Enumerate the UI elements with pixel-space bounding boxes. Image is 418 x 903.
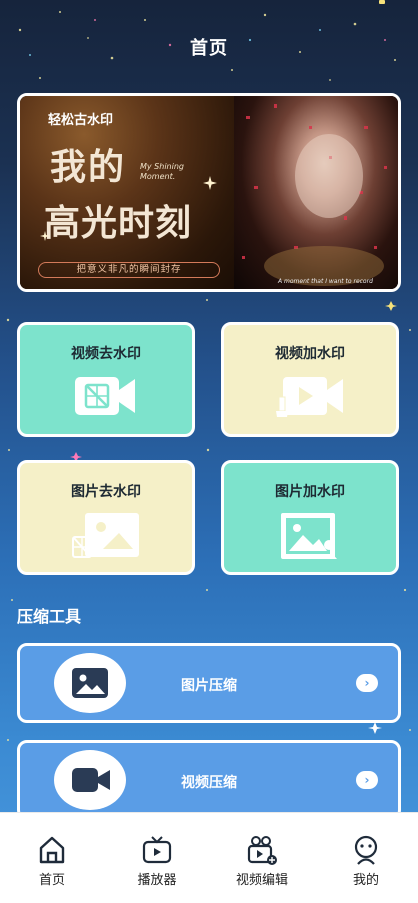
chevron-right-icon: ›: [356, 674, 378, 692]
confetti-decoration: [242, 104, 387, 286]
banner-english-text: My Shining Moment.: [140, 162, 184, 181]
nav-label-profile: 我的: [352, 873, 379, 888]
card-label: 图片去水印: [71, 484, 141, 500]
banner-artwork: 轻松古水印 我的 My Shining Moment. 高光时刻 把意义非凡的瞬…: [20, 96, 234, 289]
image-remove-watermark-card[interactable]: 图片去水印: [17, 460, 195, 575]
image-compress-button[interactable]: 图片压缩 ›: [17, 643, 401, 723]
image-add-watermark-card[interactable]: 图片加水印: [221, 460, 399, 575]
home-icon: [39, 836, 65, 864]
banner-headline-line1: 我的: [50, 146, 127, 188]
video-remove-watermark-icon: [75, 377, 135, 415]
compress-label: 视频压缩: [181, 775, 237, 791]
video-edit-icon: [247, 836, 277, 865]
nav-item-player[interactable]: 播放器: [117, 835, 197, 888]
bottom-navigation: 首页 播放器 视频编辑 我的: [0, 812, 418, 903]
nav-label-player: 播放器: [137, 873, 177, 888]
nav-label-home: 首页: [38, 873, 65, 888]
image-remove-watermark-icon: [72, 513, 139, 558]
banner-photo: A moment that I want to record: [234, 96, 398, 289]
card-label: 视频加水印: [275, 346, 345, 362]
sparkle-icon: [40, 231, 50, 241]
banner-headline-line2: 高光时刻: [44, 202, 193, 244]
compress-label: 图片压缩: [181, 678, 237, 694]
promo-banner[interactable]: 轻松古水印 我的 My Shining Moment. 高光时刻 把意义非凡的瞬…: [17, 93, 401, 292]
profile-icon: [354, 835, 378, 865]
nav-label-video-edit: 视频编辑: [235, 873, 288, 888]
banner-brand: 轻松古水印: [48, 113, 114, 128]
video-compress-button[interactable]: 视频压缩 ›: [17, 740, 401, 820]
nav-item-profile[interactable]: 我的: [326, 835, 406, 888]
banner-tagline: 把意义非凡的瞬间封存: [38, 262, 220, 278]
video-add-watermark-card[interactable]: 视频加水印: [221, 322, 399, 437]
nav-item-home[interactable]: 首页: [12, 835, 92, 888]
page-title: 首页: [190, 38, 228, 59]
tv-player-icon: [142, 836, 172, 864]
video-remove-watermark-card[interactable]: 视频去水印: [17, 322, 195, 437]
nav-item-video-edit[interactable]: 视频编辑: [222, 835, 302, 888]
section-title-compression: 压缩工具: [17, 607, 82, 626]
card-label: 图片加水印: [275, 484, 345, 500]
chevron-right-icon: ›: [356, 771, 378, 789]
image-add-watermark-icon: [281, 513, 337, 559]
sparkle-icon: [203, 176, 217, 190]
video-add-watermark-icon: [276, 377, 343, 417]
banner-photo-caption: A moment that I want to record: [278, 278, 373, 285]
card-label: 视频去水印: [71, 346, 141, 362]
